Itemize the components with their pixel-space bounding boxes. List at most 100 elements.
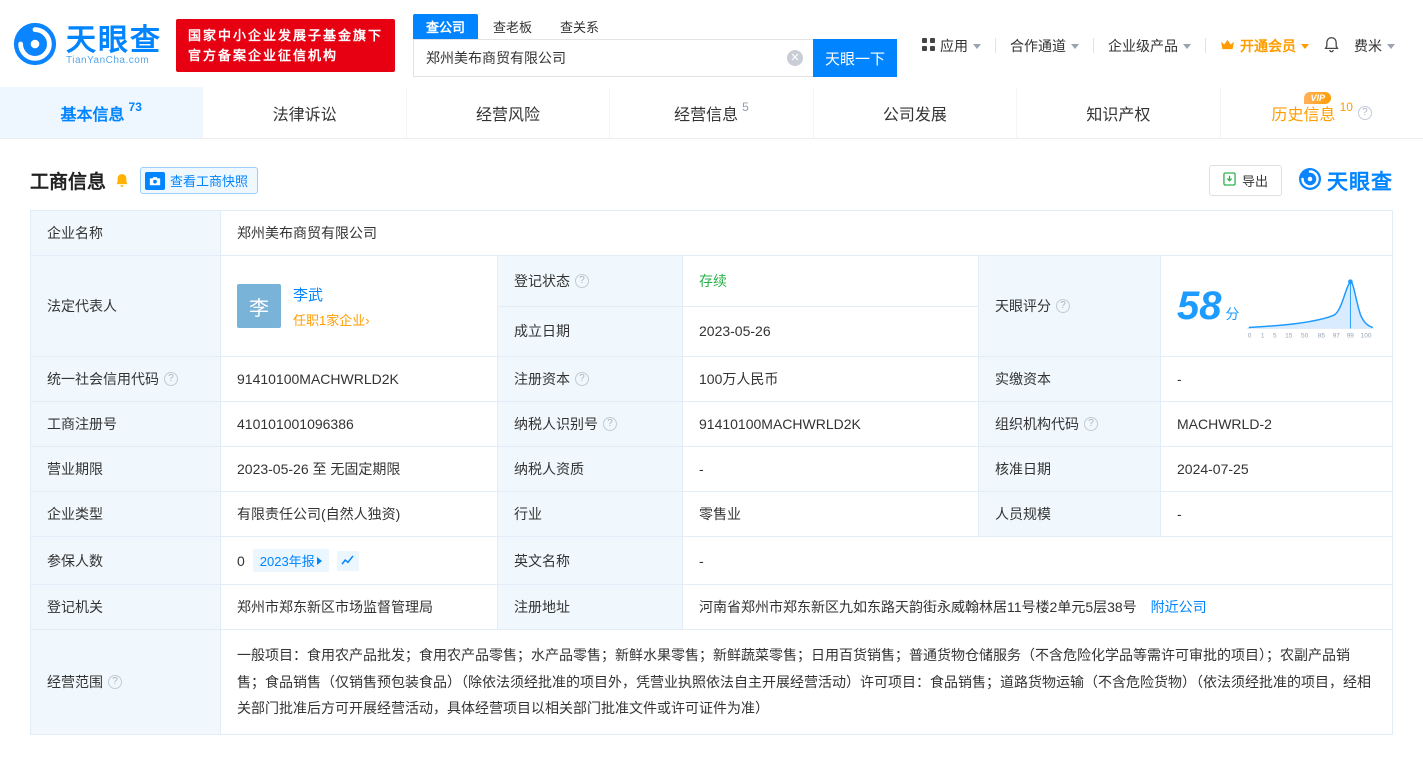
- tab-intellectual-property[interactable]: 知识产权: [1016, 87, 1219, 138]
- svg-text:1: 1: [1261, 333, 1265, 340]
- svg-text:0: 0: [1248, 333, 1252, 340]
- help-icon[interactable]: ?: [108, 674, 122, 689]
- search-area: 查公司 查老板 查关系 ✕ 天眼一下: [413, 14, 898, 77]
- clear-search-icon[interactable]: ✕: [787, 50, 804, 66]
- table-row: 登记机关 郑州市郑东新区市场监督管理局 注册地址 河南省郑州市郑东新区九如东路天…: [30, 584, 1393, 630]
- svg-text:50: 50: [1301, 333, 1309, 340]
- help-icon[interactable]: ?: [1357, 105, 1372, 120]
- legal-rep-name-link[interactable]: 李武: [293, 284, 370, 305]
- tianyancha-watermark: 天眼查: [1298, 166, 1393, 196]
- english-name-value: -: [682, 536, 1393, 585]
- business-info-section-header: 工商信息 查看工商快照 导出 天眼查: [30, 165, 1393, 196]
- svg-text:99: 99: [1347, 333, 1355, 340]
- crown-icon: [1220, 38, 1235, 54]
- table-row: 工商注册号 410101001096386 纳税人识别号 ? 91410100M…: [30, 401, 1393, 447]
- search-input[interactable]: [413, 39, 814, 77]
- help-icon[interactable]: ?: [575, 372, 589, 386]
- tab-operation-info[interactable]: 经营信息 5: [609, 87, 812, 138]
- business-scope-value: 一般项目：食用农产品批发；食用农产品零售；水产品零售；新鲜水果零售；新鲜蔬菜零售…: [220, 629, 1393, 735]
- annual-report-label: 2023年报: [259, 554, 315, 569]
- svg-text:100: 100: [1361, 333, 1372, 340]
- help-icon[interactable]: ?: [1084, 417, 1098, 431]
- company-type-value: 有限责任公司(自然人独资): [220, 491, 498, 537]
- search-tab-relation[interactable]: 查关系: [547, 14, 612, 39]
- table-row: 营业期限 2023-05-26 至 无固定期限 纳税人资质 - 核准日期 202…: [30, 446, 1393, 492]
- logo-title: 天眼查: [66, 23, 162, 57]
- tab-history-info[interactable]: VIP 历史信息 10 ?: [1219, 87, 1423, 138]
- insured-cell: 0 2023年报: [220, 536, 498, 585]
- svg-text:5: 5: [1273, 333, 1277, 340]
- official-credential-badge: 国家中小企业发展子基金旗下 官方备案企业征信机构: [176, 19, 396, 72]
- table-row: 经营范围 ? 一般项目：食用农产品批发；食用农产品零售；水产品零售；新鲜水果零售…: [30, 629, 1393, 735]
- nearby-companies-link[interactable]: 附近公司: [1151, 599, 1207, 615]
- menu-apps[interactable]: 应用: [922, 36, 981, 56]
- paid-capital-label: 实缴资本: [978, 356, 1161, 402]
- annual-report-link[interactable]: 2023年报: [252, 549, 329, 572]
- subscribe-bell-icon[interactable]: [114, 172, 130, 189]
- search-tab-company[interactable]: 查公司: [413, 14, 479, 39]
- menu-divider: [995, 38, 996, 53]
- insured-trend-icon[interactable]: [336, 550, 359, 571]
- legal-rep-companies-link[interactable]: 任职1家企业›: [293, 310, 370, 329]
- company-type-label: 企业类型: [30, 491, 221, 537]
- menu-divider: [1205, 38, 1206, 53]
- search-tab-boss[interactable]: 查老板: [480, 14, 545, 39]
- view-business-snapshot-label: 查看工商快照: [170, 174, 249, 189]
- credit-code-label-cell: 统一社会信用代码 ?: [30, 356, 221, 402]
- business-scope-label-cell: 经营范围 ?: [30, 629, 221, 735]
- help-icon[interactable]: ?: [164, 372, 178, 386]
- business-term-label: 营业期限: [30, 446, 221, 492]
- approval-date-label: 核准日期: [978, 446, 1161, 492]
- menu-open-vip[interactable]: 开通会员: [1220, 36, 1309, 56]
- svg-text:85: 85: [1318, 333, 1326, 340]
- badge-line-1: 国家中小企业发展子基金旗下: [188, 28, 384, 43]
- help-icon[interactable]: ?: [1056, 299, 1070, 313]
- reg-number-value: 410101001096386: [220, 401, 498, 447]
- status-badge: 存续: [699, 272, 727, 289]
- notification-bell[interactable]: [1323, 36, 1340, 56]
- insured-value: 0: [237, 552, 245, 569]
- tianyancha-logo[interactable]: 天眼查 TianYanCha.com: [12, 21, 162, 70]
- menu-cooperation[interactable]: 合作通道: [1010, 36, 1079, 56]
- user-menu[interactable]: 费米: [1354, 36, 1395, 56]
- score-cell: 58 分 0 1 5 15 50 85 97 99 100: [1160, 255, 1393, 357]
- company-name-value: 郑州美布商贸有限公司: [220, 210, 1393, 256]
- svg-text:15: 15: [1286, 333, 1294, 340]
- table-row: 企业类型 有限责任公司(自然人独资) 行业 零售业 人员规模 -: [30, 491, 1393, 537]
- search-tabs: 查公司 查老板 查关系: [413, 14, 897, 39]
- tab-operation-risk[interactable]: 经营风险: [405, 87, 609, 138]
- menu-open-vip-label: 开通会员: [1240, 37, 1296, 54]
- bell-icon: [1323, 36, 1340, 56]
- chevron-down-icon: [973, 44, 981, 49]
- staff-size-value: -: [1160, 491, 1393, 537]
- menu-enterprise-products[interactable]: 企业级产品: [1108, 36, 1191, 56]
- tab-basic-info[interactable]: 基本信息 73: [0, 87, 203, 138]
- score-unit: 分: [1225, 305, 1240, 322]
- table-row: 法定代表人 李 李武 任职1家企业› 登记状态 ? 存续 天眼评分 ? 58 分…: [30, 255, 1393, 357]
- legal-rep-label: 法定代表人: [30, 255, 221, 357]
- tab-operation-info-label: 经营信息: [674, 106, 739, 124]
- score-chart: 0 1 5 15 50 85 97 99 100: [1247, 279, 1375, 340]
- tab-basic-info-label: 基本信息: [60, 106, 125, 124]
- legal-rep-avatar[interactable]: 李: [237, 284, 281, 328]
- business-scope-text: 一般项目：食用农产品批发；食用农产品零售；水产品零售；新鲜水果零售；新鲜蔬菜零售…: [237, 647, 1371, 717]
- help-icon[interactable]: ?: [575, 273, 589, 288]
- view-business-snapshot-button[interactable]: 查看工商快照: [140, 167, 259, 194]
- tab-legal-proceedings[interactable]: 法律诉讼: [202, 87, 405, 138]
- credit-code-value: 91410100MACHWRLD2K: [220, 356, 498, 402]
- industry-label: 行业: [497, 491, 683, 537]
- business-scope-label: 经营范围: [47, 673, 103, 690]
- approval-date-value: 2024-07-25: [1160, 446, 1393, 492]
- export-button[interactable]: 导出: [1208, 165, 1282, 196]
- company-nav-tabs: 基本信息 73 法律诉讼 经营风险 经营信息 5 公司发展 知识产权 VIP 历…: [0, 87, 1423, 139]
- chevron-down-icon: [1387, 44, 1395, 49]
- menu-cooperation-label: 合作通道: [1010, 37, 1066, 54]
- tab-intellectual-property-label: 知识产权: [1086, 106, 1151, 124]
- reg-address-cell: 河南省郑州市郑东新区九如东路天韵街永威翰林居11号楼2单元5层38号 附近公司: [682, 584, 1393, 630]
- reg-capital-value: 100万人民币: [682, 356, 979, 402]
- tab-company-development[interactable]: 公司发展: [812, 87, 1016, 138]
- tab-basic-info-count: 73: [128, 99, 142, 114]
- search-button[interactable]: 天眼一下: [813, 39, 898, 77]
- credit-code-label: 统一社会信用代码: [47, 371, 159, 387]
- help-icon[interactable]: ?: [603, 417, 617, 431]
